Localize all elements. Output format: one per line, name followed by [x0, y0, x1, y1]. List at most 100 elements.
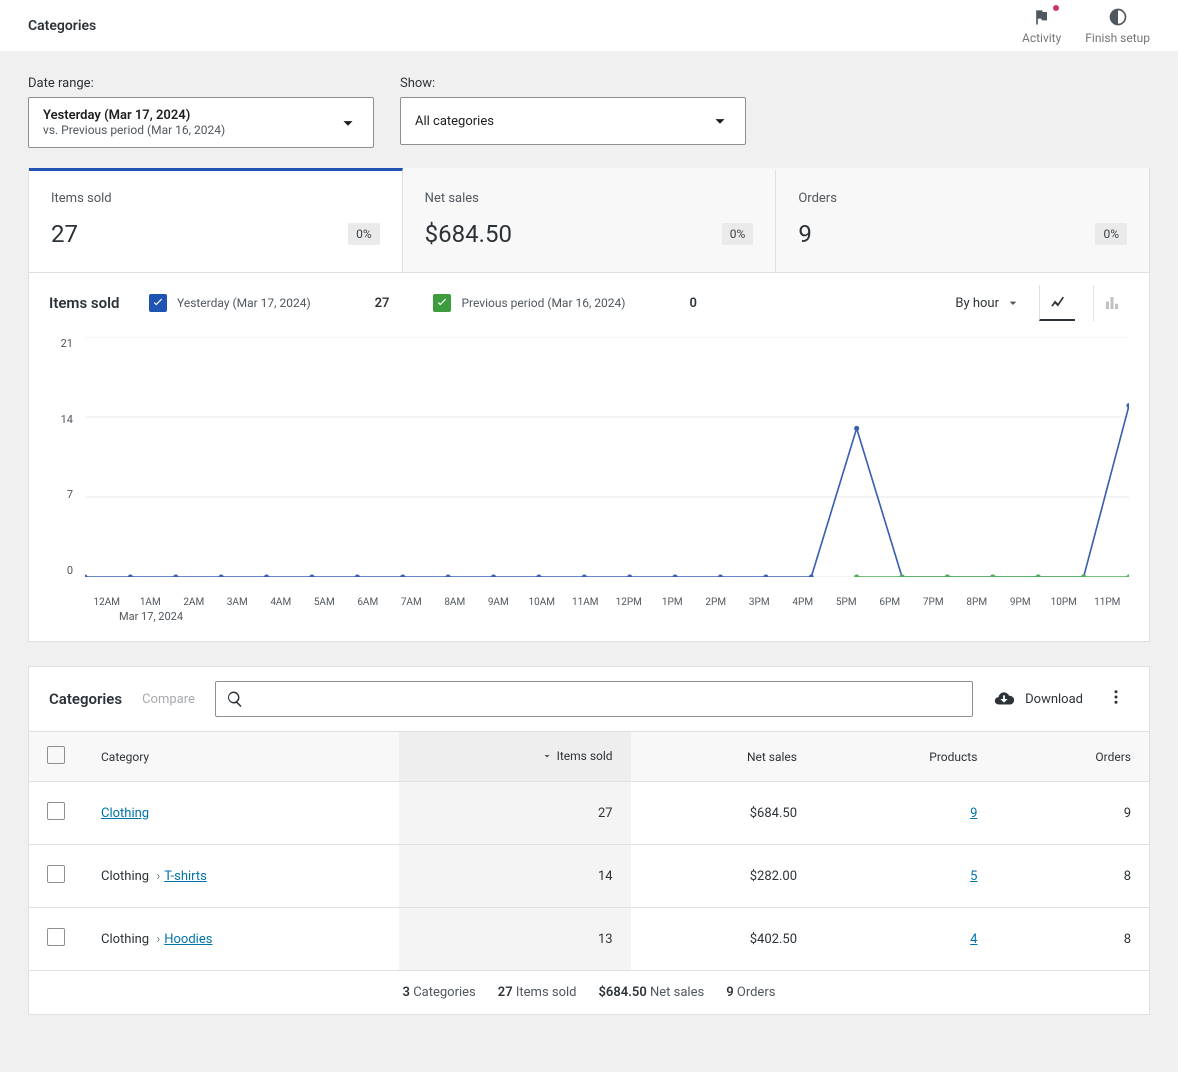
- categories-table: CategoryItems soldNet salesProductsOrder…: [29, 731, 1149, 971]
- summary-cards: Items sold 27 0%Net sales $684.50 0%Orde…: [28, 168, 1150, 273]
- table-footer: 3 Categories 27 Items sold $684.50 Net s…: [29, 971, 1149, 1014]
- notification-dot: [1053, 5, 1059, 11]
- category-text: Clothing: [101, 932, 149, 947]
- date-range-value: Yesterday (Mar 17, 2024): [43, 108, 225, 123]
- activity-button[interactable]: Activity: [1022, 7, 1061, 45]
- cell-net-sales: $684.50: [631, 782, 815, 845]
- summary-pct: 0%: [722, 223, 754, 245]
- legend-previous-value: 0: [689, 296, 696, 311]
- flag-icon: [1032, 7, 1052, 27]
- products-link[interactable]: 5: [970, 869, 977, 884]
- chevron-down-icon: [541, 750, 553, 762]
- summary-label: Orders: [798, 191, 1127, 206]
- download-label: Download: [1025, 692, 1083, 707]
- show-label: Show:: [400, 76, 746, 91]
- chart-card: Items sold Yesterday (Mar 17, 2024) 27 P…: [28, 273, 1150, 642]
- summary-label: Items sold: [51, 191, 380, 206]
- cell-orders: 8: [995, 845, 1149, 908]
- search-icon: [226, 690, 244, 708]
- cell-net-sales: $282.00: [631, 845, 815, 908]
- kebab-icon: [1107, 688, 1125, 706]
- table-row: Clothing › T-shirts 14 $282.00 5 8: [29, 845, 1149, 908]
- date-range-label: Date range:: [28, 76, 374, 91]
- bar-chart-button[interactable]: [1093, 285, 1129, 321]
- date-range-compare: vs. Previous period (Mar 16, 2024): [43, 123, 225, 137]
- date-range-dropdown[interactable]: Yesterday (Mar 17, 2024) vs. Previous pe…: [28, 97, 374, 148]
- table-row: Clothing 27 $684.50 9 9: [29, 782, 1149, 845]
- footer-net-sales: $684.50: [599, 985, 647, 1000]
- select-all-checkbox[interactable]: [47, 746, 65, 764]
- progress-circle-icon: [1108, 7, 1128, 27]
- cloud-download-icon: [993, 688, 1015, 710]
- cell-orders: 8: [995, 908, 1149, 971]
- download-button[interactable]: Download: [993, 688, 1083, 710]
- legend-previous[interactable]: Previous period (Mar 16, 2024): [433, 294, 625, 312]
- cell-products: 9: [815, 782, 995, 845]
- summary-label: Net sales: [425, 191, 754, 206]
- row-checkbox[interactable]: [47, 928, 65, 946]
- summary-pct: 0%: [348, 223, 380, 245]
- interval-dropdown[interactable]: By hour: [955, 295, 1021, 311]
- chart-plot: [85, 337, 1129, 577]
- footer-categories-count: 3: [403, 985, 410, 1000]
- show-value: All categories: [415, 114, 494, 129]
- products-link[interactable]: 9: [970, 806, 977, 821]
- col-products[interactable]: Products: [815, 732, 995, 782]
- cell-category: Clothing › T-shirts: [83, 845, 399, 908]
- chart-date-label: Mar 17, 2024: [49, 610, 1129, 623]
- bar-chart-icon: [1103, 294, 1121, 312]
- compare-button[interactable]: Compare: [142, 692, 195, 707]
- category-text: Clothing: [101, 869, 149, 884]
- interval-value: By hour: [955, 296, 999, 311]
- chart-title: Items sold: [49, 294, 135, 312]
- table-options-button[interactable]: [1103, 684, 1129, 714]
- row-checkbox[interactable]: [47, 802, 65, 820]
- col-items-sold[interactable]: Items sold: [399, 732, 630, 782]
- summary-value: 27: [51, 220, 78, 248]
- line-chart-button[interactable]: [1039, 285, 1075, 321]
- show-dropdown[interactable]: All categories: [400, 97, 746, 145]
- legend-previous-label: Previous period (Mar 16, 2024): [461, 296, 625, 310]
- cell-products: 5: [815, 845, 995, 908]
- cell-category: Clothing: [83, 782, 399, 845]
- summary-card-orders[interactable]: Orders 9 0%: [776, 168, 1149, 272]
- cell-items-sold: 14: [399, 845, 630, 908]
- summary-card-net-sales[interactable]: Net sales $684.50 0%: [403, 168, 777, 272]
- footer-orders-count: 9: [726, 985, 733, 1000]
- cell-category: Clothing › Hoodies: [83, 908, 399, 971]
- summary-card-items-sold[interactable]: Items sold 27 0%: [29, 168, 403, 272]
- category-link[interactable]: Hoodies: [164, 932, 212, 947]
- cell-items-sold: 27: [399, 782, 630, 845]
- checkbox-checked-icon: [149, 294, 167, 312]
- cell-items-sold: 13: [399, 908, 630, 971]
- col-orders[interactable]: Orders: [995, 732, 1149, 782]
- legend-current-label: Yesterday (Mar 17, 2024): [177, 296, 311, 310]
- legend-current[interactable]: Yesterday (Mar 17, 2024): [149, 294, 311, 312]
- cell-orders: 9: [995, 782, 1149, 845]
- col-net-sales[interactable]: Net sales: [631, 732, 815, 782]
- table-row: Clothing › Hoodies 13 $402.50 4 8: [29, 908, 1149, 971]
- footer-items-count: 27: [498, 985, 513, 1000]
- row-checkbox[interactable]: [47, 865, 65, 883]
- chevron-down-icon: [709, 110, 731, 132]
- search-input[interactable]: [215, 681, 973, 717]
- category-link[interactable]: T-shirts: [164, 869, 207, 884]
- chevron-down-icon: [1005, 295, 1021, 311]
- categories-table-card: Categories Compare Download CategoryItem…: [28, 666, 1150, 1015]
- products-link[interactable]: 4: [970, 932, 977, 947]
- cell-net-sales: $402.50: [631, 908, 815, 971]
- topbar: Categories Activity Finish setup: [0, 0, 1178, 52]
- finish-setup-button[interactable]: Finish setup: [1085, 7, 1150, 45]
- table-title: Categories: [49, 690, 122, 708]
- breadcrumb-sep: ›: [156, 869, 160, 884]
- col-checkbox: [29, 732, 83, 782]
- chevron-down-icon: [337, 112, 359, 134]
- legend-current-value: 27: [375, 296, 390, 311]
- col-category[interactable]: Category: [83, 732, 399, 782]
- summary-pct: 0%: [1095, 223, 1127, 245]
- line-chart-icon: [1049, 293, 1067, 311]
- breadcrumb-sep: ›: [156, 932, 160, 947]
- category-link[interactable]: Clothing: [101, 806, 149, 821]
- page-title: Categories: [28, 18, 1022, 34]
- cell-products: 4: [815, 908, 995, 971]
